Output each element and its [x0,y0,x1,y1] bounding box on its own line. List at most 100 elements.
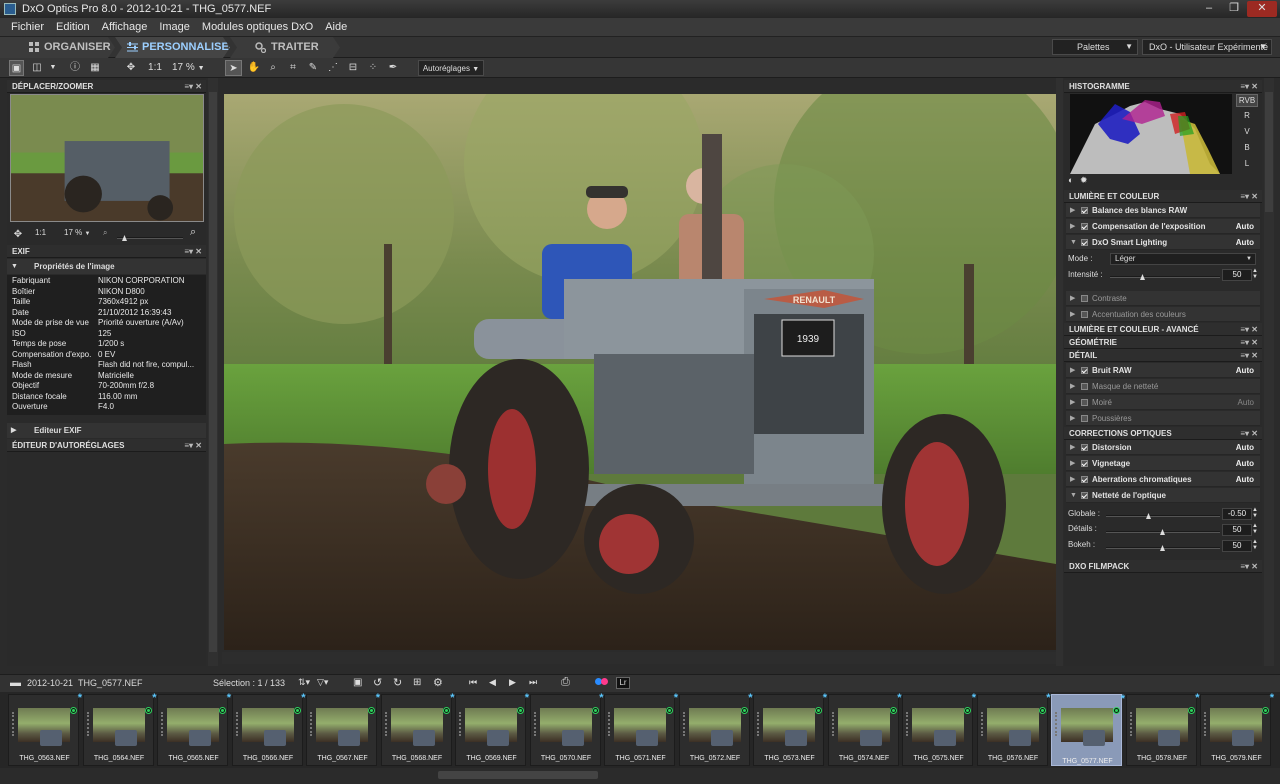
stepper-icon[interactable]: ▲ ▼ [1252,539,1258,551]
previous-image-icon[interactable]: ◀ [489,677,496,688]
panel-controls-icon[interactable]: ≡▾ ✕ [1240,80,1258,93]
bokeh-field[interactable]: 50 [1222,540,1252,552]
volume-tool-icon[interactable]: ⁘ [366,60,380,76]
filmstrip-scrollbar-thumb[interactable] [438,771,598,779]
raw-noise-checkbox[interactable] [1081,367,1088,374]
menu-edition[interactable]: Edition [50,18,96,37]
last-image-icon[interactable]: ⏭ [529,677,537,688]
nav-ratio[interactable]: 1:1 [35,228,46,237]
dust-checkbox[interactable] [1081,415,1088,422]
panel-controls-icon[interactable]: ≡▾ ✕ [1240,323,1258,336]
filmstrip-thumbnail[interactable]: * THG_0575.NEF [902,692,976,766]
rating-dots[interactable] [757,712,759,736]
filmstrip-thumbnail[interactable]: * THG_0573.NEF [753,692,827,766]
bokeh-slider-thumb[interactable] [1160,545,1165,551]
lens-sharpness-checkbox[interactable] [1081,492,1088,499]
panel-controls-icon[interactable]: ≡▾ ✕ [1240,336,1258,349]
right-scrollbar[interactable] [1264,78,1274,666]
info-icon[interactable]: ▣ [353,677,362,688]
rating-dots[interactable] [608,712,610,736]
palettes-dropdown[interactable]: Palettes ▼ [1052,39,1138,55]
stepper-icon[interactable]: ▲ ▼ [1252,268,1258,280]
menu-image[interactable]: Image [153,18,196,37]
vignetting-checkbox[interactable] [1081,460,1088,467]
tab-traiter[interactable]: TRAITER [230,37,340,58]
wb-raw-row[interactable]: ▶ Balance des blancs RAW [1066,203,1260,218]
menu-aide[interactable]: Aide [319,18,353,37]
zoom-1to1-button[interactable]: 1:1 [145,60,165,76]
move-icon[interactable]: ✥ [12,228,24,240]
rating-dots[interactable] [682,712,685,736]
filmstrip-scrollbar[interactable] [0,768,1280,784]
channel-rvb[interactable]: RVB [1236,94,1258,107]
rating-dots[interactable] [980,712,983,736]
channel-l[interactable]: L [1236,159,1258,168]
presets-dropdown[interactable]: Autoréglages ▼ [418,60,484,76]
rating-dots[interactable] [1129,712,1132,736]
maximize-button[interactable]: ❐ [1222,1,1246,17]
rating-dots[interactable] [384,712,387,736]
viewer-hscroll[interactable] [222,652,1056,664]
filmstrip-thumbnail[interactable]: * THG_0577.NEF [1051,693,1125,766]
lightroom-export-button[interactable]: Lr [616,677,630,689]
wb-raw-checkbox[interactable] [1081,207,1088,214]
zoom-in-icon[interactable]: ⌕ [190,226,196,239]
nav-zoom-dropdown[interactable]: 17 % ▼ [64,228,90,237]
pointer-tool-icon[interactable]: ➤ [225,60,242,76]
nav-zoom-slider[interactable] [117,235,183,241]
tab-organiser[interactable]: ORGANISER [0,37,115,58]
nav-zoom-slider-thumb[interactable] [122,235,127,241]
workspace-dropdown[interactable]: DxO - Utilisateur Expérimenté ▼ [1142,39,1272,55]
filmstrip-thumbnail[interactable]: * THG_0569.NEF [455,692,529,766]
single-view-icon[interactable]: ▣ [9,60,24,76]
right-splitter[interactable] [1056,78,1063,666]
distortion-row[interactable]: ▶ Distorsion Auto [1066,440,1260,455]
zoom-dropdown[interactable]: 17 % ▼ [172,60,208,76]
contrast-checkbox[interactable] [1081,295,1088,302]
highlight-clipping-icon[interactable]: ✹ [1080,175,1088,186]
rating-dots[interactable] [161,712,163,736]
rating-dots[interactable] [12,712,14,736]
filmstrip-thumbnail[interactable]: * THG_0579.NEF [1200,692,1274,766]
filmstrip-thumbnail[interactable]: * THG_0565.NEF [157,692,231,766]
intensity-slider[interactable] [1110,274,1220,280]
stepper-icon[interactable]: ▲ ▼ [1252,523,1258,535]
rating-dots[interactable] [86,712,89,736]
grid-overlay-icon[interactable]: ▦ [88,60,102,76]
panel-controls-icon[interactable]: ≡▾ ✕ [1240,349,1258,362]
channel-b[interactable]: B [1236,143,1258,152]
filter-icon[interactable]: ▽▾ [317,677,328,688]
filmstrip-thumbnail[interactable]: * THG_0572.NEF [678,692,753,766]
hand-tool-icon[interactable]: ✋ [247,60,261,76]
eyedropper-tool-icon[interactable]: ✒ [386,60,400,76]
rating-dots[interactable] [533,712,536,736]
optical-header[interactable]: CORRECTIONS OPTIQUES ≡▾ ✕ [1064,427,1262,440]
minimize-button[interactable]: ‒ [1197,1,1221,17]
moire-checkbox[interactable] [1081,399,1088,406]
export-pink-icon[interactable] [601,678,608,685]
channel-v[interactable]: V [1236,127,1258,136]
dust-row[interactable]: ▶ Poussières [1066,411,1260,426]
geometry-header[interactable]: GÉOMÉTRIE ≡▾ ✕ [1064,336,1262,349]
first-image-icon[interactable]: ⏮ [469,677,477,688]
globale-field[interactable]: -0.50 [1222,508,1252,520]
rating-dots[interactable] [831,712,834,736]
raw-noise-row[interactable]: ▶ Bruit RAW Auto [1066,363,1260,378]
crop-tool-icon[interactable]: ⌗ [286,60,300,76]
vibrancy-checkbox[interactable] [1081,311,1088,318]
details-slider[interactable] [1106,529,1220,535]
left-scrollbar[interactable] [208,78,218,666]
mode-dropdown[interactable]: Léger ▼ [1110,253,1256,265]
rating-dots[interactable] [235,712,238,736]
chromatic-checkbox[interactable] [1081,476,1088,483]
smart-lighting-row[interactable]: ▼ DxO Smart Lighting Auto [1066,235,1260,250]
next-image-icon[interactable]: ▶ [509,677,516,688]
vignetting-row[interactable]: ▶ Vignetage Auto [1066,456,1260,471]
menu-modules-optiques[interactable]: Modules optiques DxO [196,18,319,37]
filmpack-header[interactable]: DXO FILMPACK ≡▾ ✕ [1064,560,1262,573]
move-icon[interactable]: ✥ [124,60,138,76]
add-icon[interactable]: ⊞ [413,677,421,688]
navigator-preview[interactable] [10,94,204,222]
smart-lighting-checkbox[interactable] [1081,239,1088,246]
panel-controls-icon[interactable]: ≡▾ ✕ [184,439,202,452]
